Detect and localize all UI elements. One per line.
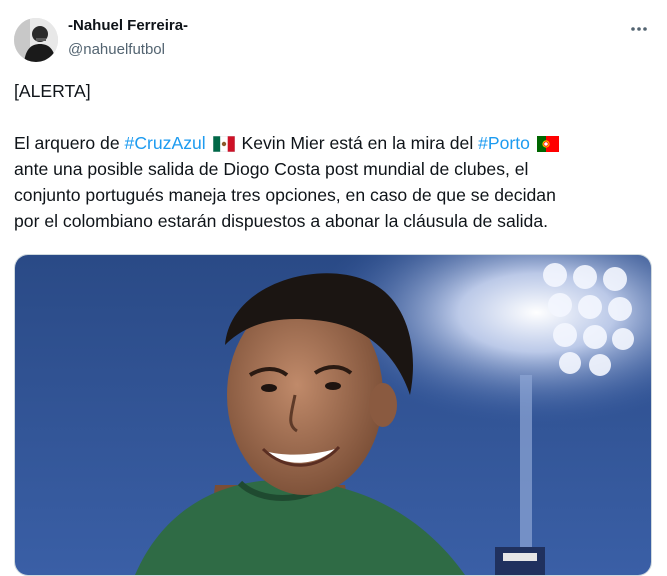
portugal-flag-icon: [536, 136, 559, 152]
alert-line: [ALERTA]: [14, 81, 91, 101]
hashtag-porto-link[interactable]: #Porto: [478, 133, 530, 153]
body-text-1: El arquero de: [14, 133, 125, 153]
tweet-body-line-2: ante una posible salida de Diogo Costa p…: [14, 159, 529, 179]
tweet-body-line-1: El arquero de #CruzAzul Kevin Mier está …: [14, 130, 654, 156]
tweet-body-line-3: conjunto portugués maneja tres opciones,…: [14, 185, 556, 205]
author-handle[interactable]: @nahuelfutbol: [68, 41, 165, 58]
mexico-flag-icon: [212, 136, 235, 152]
tweet-media-photo[interactable]: [14, 254, 652, 576]
more-options-button[interactable]: [624, 16, 654, 42]
person-avatar-icon: [14, 18, 58, 62]
hashtag-cruzazul-link[interactable]: #CruzAzul: [125, 133, 206, 153]
tweet-body-line-4: por el colombiano estarán dispuestos a a…: [14, 211, 549, 231]
author-display-name[interactable]: -Nahuel Ferreira-: [68, 17, 188, 34]
player-photo: [15, 255, 651, 575]
ellipsis-icon: [631, 27, 647, 31]
author-avatar[interactable]: [14, 18, 58, 62]
tweet-text: [ALERTA] El arquero de #CruzAzul Kevin M…: [14, 78, 654, 234]
body-text-2: Kevin Mier está en la mira del: [236, 133, 479, 153]
